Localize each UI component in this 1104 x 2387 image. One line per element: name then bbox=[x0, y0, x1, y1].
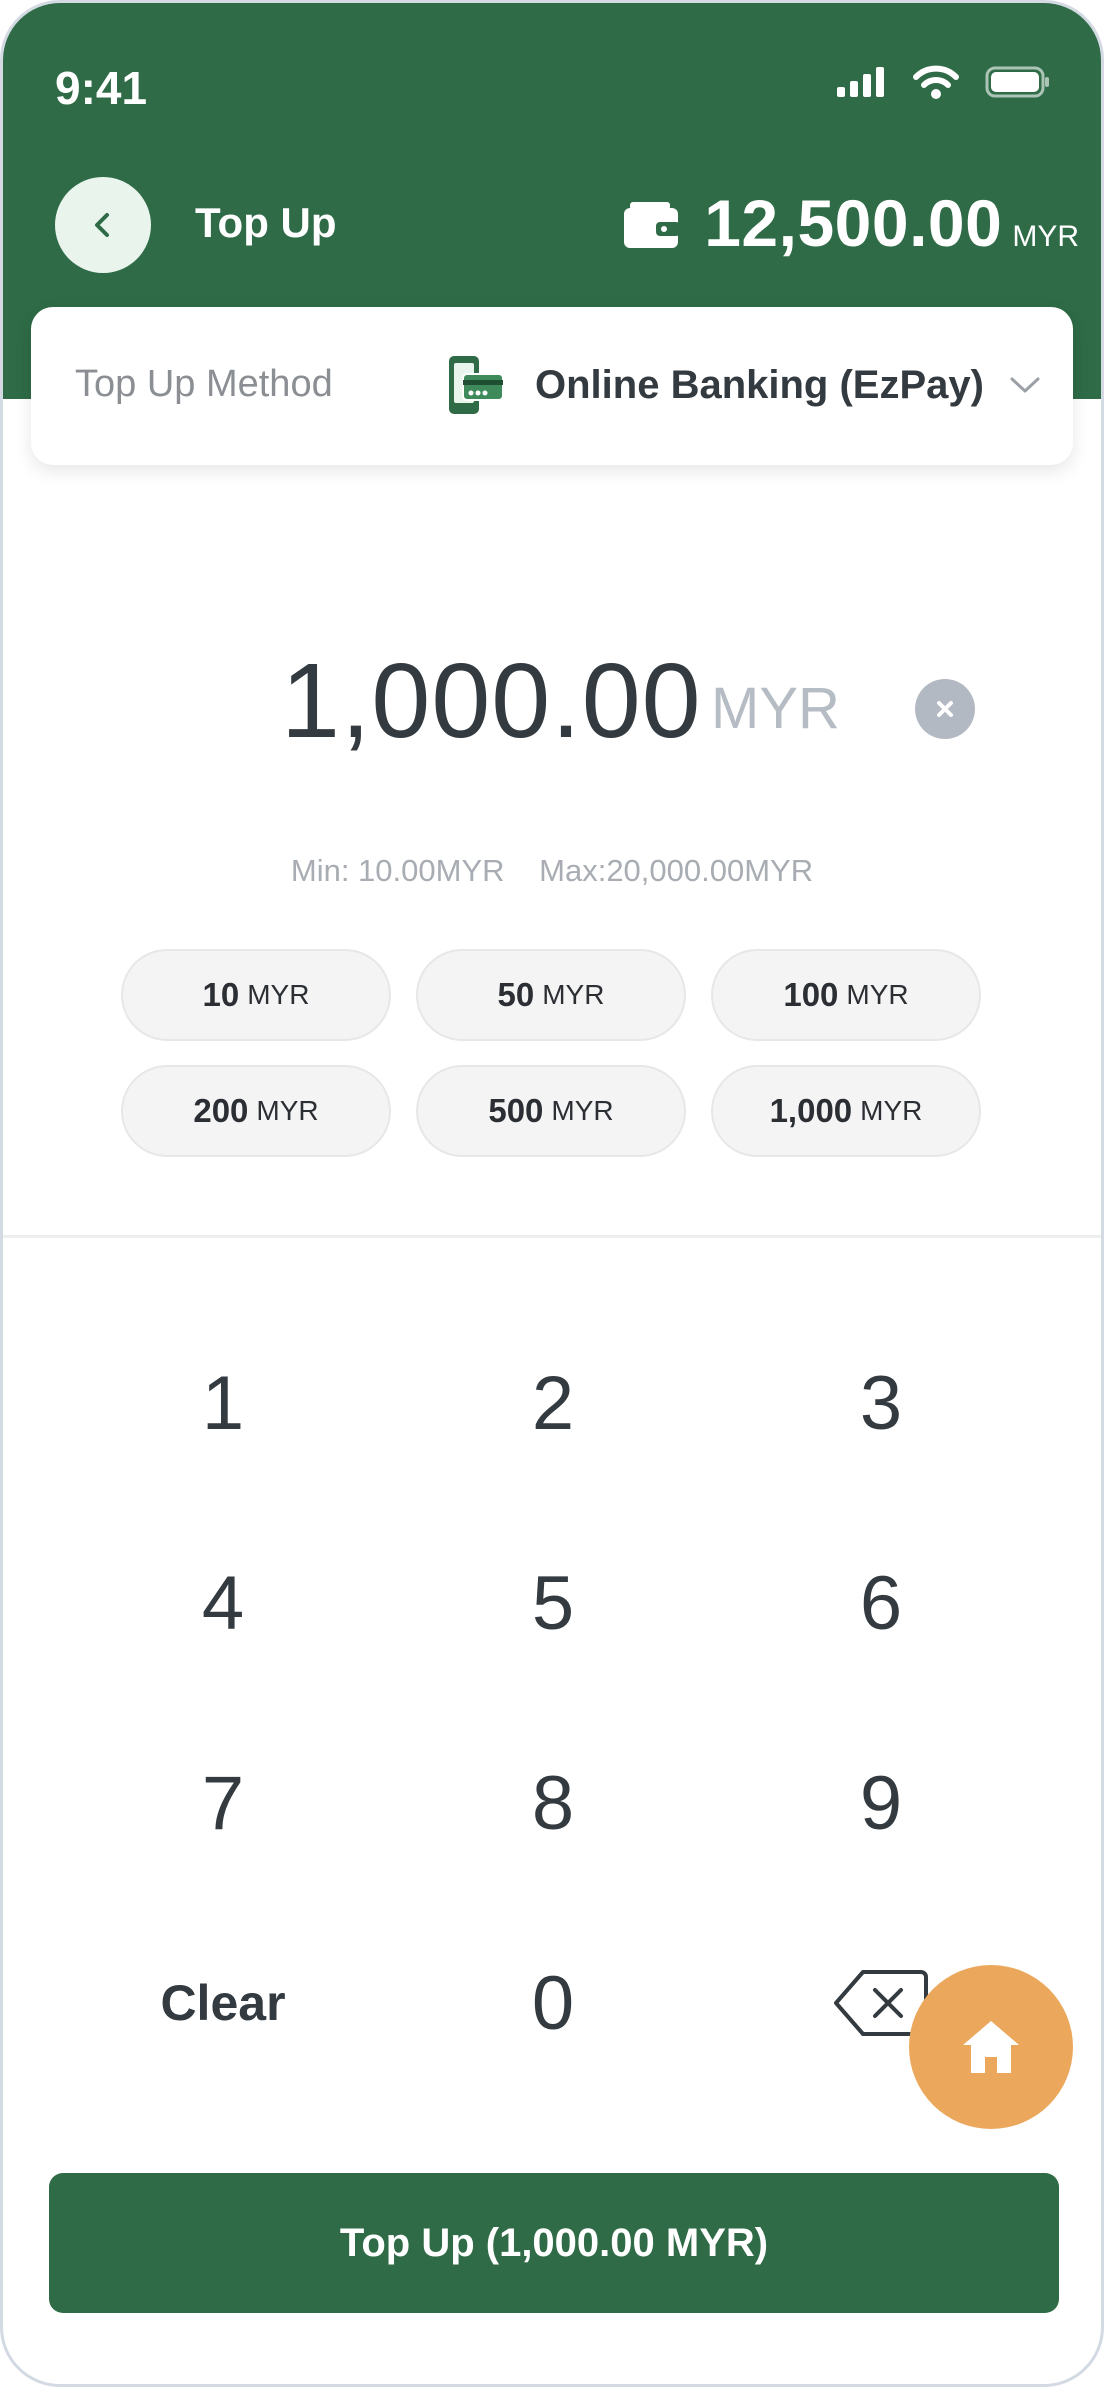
preset-currency: MYR bbox=[542, 979, 605, 1010]
amount-display: 1,000.00 MYR bbox=[3, 623, 1101, 763]
method-select[interactable]: Online Banking (EzPay) bbox=[445, 343, 1042, 427]
wallet-balance: 12,500.00 MYR bbox=[622, 185, 1079, 261]
key-4[interactable]: 4 bbox=[73, 1508, 373, 1698]
key-3[interactable]: 3 bbox=[731, 1308, 1031, 1498]
preset-value: 1,000 bbox=[769, 1092, 853, 1129]
preset-currency: MYR bbox=[247, 979, 310, 1010]
preset-value: 50 bbox=[497, 976, 535, 1013]
preset-currency: MYR bbox=[846, 979, 909, 1010]
signal-icon bbox=[837, 67, 884, 97]
wifi-icon bbox=[913, 65, 959, 99]
top-up-method-card: Top Up Method Online Banking (EzPay) bbox=[31, 307, 1073, 465]
status-time: 9:41 bbox=[55, 62, 148, 114]
key-9[interactable]: 9 bbox=[731, 1708, 1031, 1898]
status-icons bbox=[837, 65, 1051, 99]
key-0[interactable]: 0 bbox=[403, 1908, 703, 2098]
amount-limits: Min: 10.00MYR Max:20,000.00MYR bbox=[3, 853, 1101, 889]
battery-icon bbox=[985, 66, 1049, 98]
key-7[interactable]: 7 bbox=[73, 1708, 373, 1898]
home-fab-button[interactable] bbox=[909, 1965, 1073, 2129]
preset-button[interactable]: 1,000 MYR bbox=[711, 1065, 981, 1157]
min-limit: Min: 10.00MYR bbox=[290, 853, 505, 888]
preset-button[interactable]: 500 MYR bbox=[416, 1065, 686, 1157]
max-limit: Max:20,000.00MYR bbox=[539, 853, 814, 888]
method-label: Top Up Method bbox=[75, 363, 333, 405]
divider bbox=[3, 1235, 1101, 1238]
preset-value: 200 bbox=[193, 1092, 249, 1129]
preset-currency: MYR bbox=[551, 1095, 614, 1126]
preset-currency: MYR bbox=[860, 1095, 923, 1126]
chevron-left-icon bbox=[95, 213, 109, 237]
key-5[interactable]: 5 bbox=[403, 1508, 703, 1698]
top-up-button[interactable]: Top Up (1,000.00 MYR) bbox=[49, 2173, 1059, 2313]
nav-bar: Top Up 12,500.00 MYR bbox=[3, 173, 1101, 303]
page-title: Top Up bbox=[195, 199, 337, 246]
phone-frame: 9:41 Top Up 12,500.00 MYR Top Up Method … bbox=[0, 0, 1104, 2387]
back-button[interactable] bbox=[55, 177, 151, 273]
preset-button[interactable]: 10 MYR bbox=[121, 949, 391, 1041]
key-1[interactable]: 1 bbox=[73, 1308, 373, 1498]
key-8[interactable]: 8 bbox=[403, 1708, 703, 1898]
preset-amounts: 10 MYR 50 MYR 100 MYR 200 MYR 500 MYR 1,… bbox=[121, 949, 983, 1157]
balance-currency: MYR bbox=[1012, 220, 1079, 253]
key-6[interactable]: 6 bbox=[731, 1508, 1031, 1698]
amount-value: 1,000.00 bbox=[281, 642, 702, 760]
preset-value: 10 bbox=[202, 976, 240, 1013]
key-2[interactable]: 2 bbox=[403, 1308, 703, 1498]
preset-button[interactable]: 100 MYR bbox=[711, 949, 981, 1041]
home-icon bbox=[963, 2021, 1019, 2073]
preset-value: 500 bbox=[488, 1092, 544, 1129]
preset-value: 100 bbox=[783, 976, 839, 1013]
mobile-banking-icon bbox=[449, 356, 504, 414]
preset-button[interactable]: 200 MYR bbox=[121, 1065, 391, 1157]
balance-amount: 12,500.00 bbox=[704, 186, 1003, 260]
amount-currency: MYR bbox=[711, 676, 840, 741]
clear-key[interactable]: Clear bbox=[73, 1908, 373, 2098]
wallet-icon bbox=[624, 202, 681, 248]
clear-amount-button[interactable] bbox=[915, 679, 975, 739]
method-value: Online Banking (EzPay) bbox=[535, 362, 984, 407]
status-bar: 9:41 bbox=[3, 3, 1101, 173]
preset-currency: MYR bbox=[256, 1095, 319, 1126]
preset-button[interactable]: 50 MYR bbox=[416, 949, 686, 1041]
close-icon bbox=[937, 701, 953, 717]
chevron-down-icon bbox=[1010, 377, 1040, 393]
